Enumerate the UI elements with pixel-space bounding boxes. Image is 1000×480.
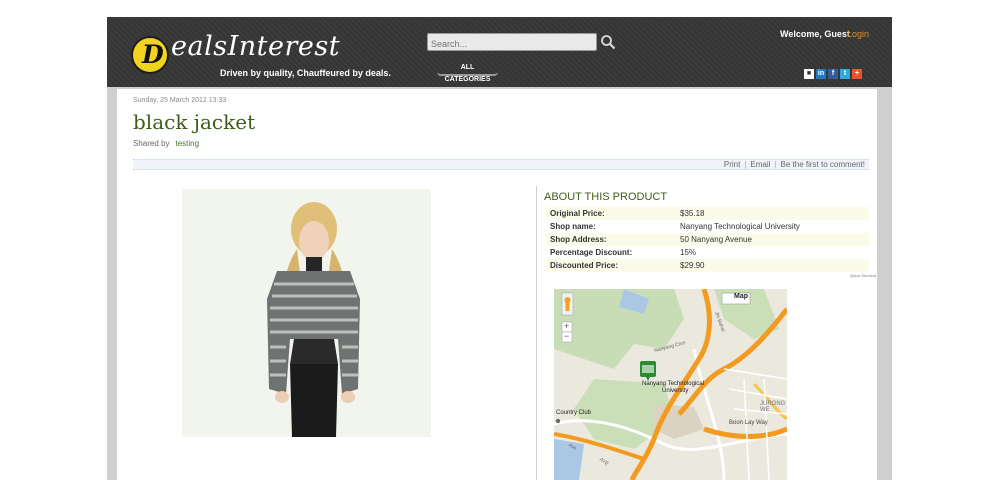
- logo-text[interactable]: ealsInterest: [171, 31, 340, 62]
- map-type-button[interactable]: Map: [734, 293, 748, 300]
- product-info-row: Original Price: $35.18: [546, 207, 869, 220]
- site-header: D ealsInterest Driven by quality, Chauff…: [107, 17, 892, 87]
- product-info-label: Percentage Discount:: [550, 248, 633, 257]
- search-box: [427, 33, 597, 52]
- print-link[interactable]: Print: [720, 160, 744, 169]
- location-map[interactable]: Map + − Nanyang Technological University…: [554, 289, 787, 480]
- map-label-ntu: Nanyang Technological: [642, 381, 704, 387]
- product-info-row: Shop Address: 50 Nanyang Avenue: [546, 233, 869, 246]
- product-image[interactable]: [182, 189, 431, 437]
- tagline: Driven by quality, Chauffeured by deals.: [220, 68, 391, 78]
- search-icon[interactable]: [600, 34, 616, 50]
- all-categories-button[interactable]: ALL CATEGORIES: [437, 62, 498, 83]
- zoom-out-button[interactable]: −: [564, 331, 569, 341]
- zoom-in-button[interactable]: +: [564, 321, 569, 331]
- map-label-jurong: JURONG WE: [760, 401, 786, 413]
- column-divider: [536, 186, 537, 480]
- jacket-photo: [182, 189, 431, 437]
- content-page: Sunday, 25 March 2012 13:33 black jacket…: [117, 89, 877, 480]
- map-label-country-club: Country Club: [556, 410, 592, 416]
- product-info-table: Original Price: $35.18 Shop name: Nanyang T…: [546, 207, 869, 272]
- product-info-row: Percentage Discount: 15%: [546, 246, 869, 259]
- product-info-row: Discounted Price: $29.90: [546, 259, 869, 272]
- login-link[interactable]: Login: [847, 29, 869, 39]
- welcome-text: Welcome, Guest: [780, 29, 850, 39]
- email-link[interactable]: Email: [746, 160, 774, 169]
- product-info-value: $35.18: [680, 209, 705, 218]
- comment-link[interactable]: Be the first to comment!: [777, 160, 869, 169]
- product-info-label: Shop name:: [550, 222, 596, 231]
- product-info-value: 15%: [680, 248, 697, 257]
- map-label-boon-lay: Boon Lay Way: [729, 420, 768, 426]
- product-info-value: $29.90: [680, 261, 705, 270]
- post-title: black jacket: [133, 110, 256, 134]
- product-info-label: Discounted Price:: [550, 261, 619, 270]
- product-info-value: 50 Nanyang Avenue: [680, 235, 752, 244]
- post-date: Sunday, 25 March 2012 13:33: [133, 97, 227, 104]
- quick-shortcut-link[interactable]: Quick Shortcut: [850, 273, 876, 278]
- product-info-row: Shop name: Nanyang Technological Universi…: [546, 220, 869, 233]
- facebook-icon[interactable]: f: [828, 69, 838, 79]
- map-label-ntu2: University: [662, 388, 689, 394]
- shared-by-label: Shared by: [133, 139, 170, 148]
- bookmark-icon[interactable]: ■: [804, 69, 814, 79]
- product-info-label: Original Price:: [550, 209, 605, 218]
- google-plus-icon[interactable]: +: [852, 69, 862, 79]
- shared-by: Shared by testing: [133, 139, 199, 148]
- product-info-value: Nanyang Technological University: [680, 222, 800, 231]
- twitter-icon[interactable]: t: [840, 69, 850, 79]
- site-frame: D ealsInterest Driven by quality, Chauff…: [107, 17, 892, 480]
- logo-letter: D: [142, 40, 164, 69]
- action-bar: Print | Email | Be the first to comment!: [133, 159, 869, 170]
- social-icons: ■ in f t +: [804, 69, 862, 79]
- logo-badge[interactable]: D: [131, 36, 169, 74]
- product-info-label: Shop Address:: [550, 235, 607, 244]
- linkedin-icon[interactable]: in: [816, 69, 826, 79]
- about-product-heading: ABOUT THIS PRODUCT: [544, 191, 668, 203]
- search-input[interactable]: [428, 36, 596, 52]
- shared-by-user-link[interactable]: testing: [175, 139, 199, 148]
